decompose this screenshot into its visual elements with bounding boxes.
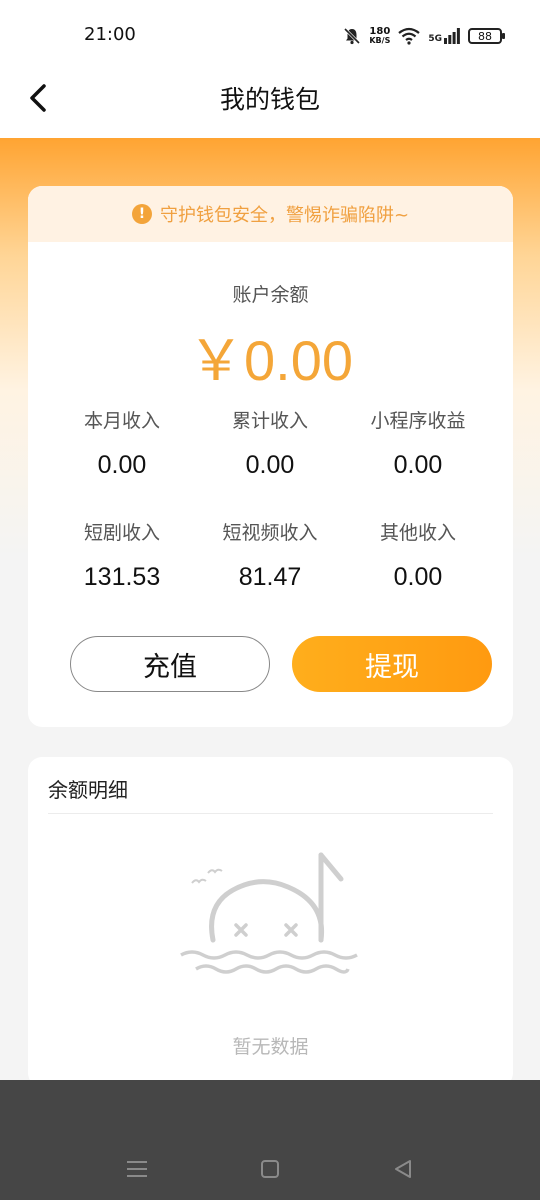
- exclamation-icon: !: [131, 204, 152, 224]
- menu-icon[interactable]: [122, 1154, 152, 1184]
- security-warning: ! 守护钱包安全，警惕诈骗陷阱~: [28, 186, 513, 242]
- stat-label: 短视频收入: [222, 522, 318, 544]
- network-type: 5G: [428, 34, 442, 44]
- recharge-button[interactable]: 充值: [70, 636, 270, 692]
- divider: [48, 813, 493, 814]
- signal-icon: 5G: [428, 28, 460, 44]
- stat-label: 本月收入: [83, 410, 160, 432]
- empty-state-icon: [180, 852, 358, 974]
- stat-monthly-income: 本月收入 0.00: [42, 406, 202, 480]
- stat-value: 0.00: [97, 451, 147, 479]
- battery-level: 88: [478, 29, 492, 43]
- security-warning-text: 守护钱包安全，警惕诈骗陷阱~: [159, 205, 410, 226]
- wifi-icon: [398, 27, 421, 45]
- balance-card: ! 守护钱包安全，警惕诈骗陷阱~ 账户余额 ￥0.00 本月收入 0.00 累计…: [28, 186, 513, 727]
- app-header: 我的钱包: [0, 70, 540, 138]
- mute-bell-icon: [344, 27, 361, 45]
- stat-label: 累计收入: [231, 410, 308, 432]
- stat-value: 131.53: [83, 563, 161, 591]
- stat-shortdrama-income: 短剧收入 131.53: [42, 518, 202, 592]
- status-icons: 180 KB/S 5G 88: [343, 22, 505, 50]
- stat-total-income: 累计收入 0.00: [190, 406, 350, 480]
- stat-other-income: 其他收入 0.00: [338, 518, 498, 592]
- details-title: 余额明细: [48, 778, 128, 802]
- balance-details-card: 余额明细 暂无数据: [28, 757, 513, 1087]
- balance-value: ￥0.00: [188, 329, 353, 392]
- stat-label: 短剧收入: [83, 522, 160, 544]
- stat-label: 其他收入: [379, 522, 456, 544]
- stat-miniprogram-income: 小程序收益 0.00: [338, 406, 498, 480]
- stat-value: 0.00: [393, 563, 443, 591]
- balance-label: 账户余额: [232, 284, 309, 306]
- stat-shortvideo-income: 短视频收入 81.47: [190, 518, 350, 592]
- back-triangle-icon[interactable]: [388, 1154, 418, 1184]
- stat-value: 0.00: [393, 451, 443, 479]
- page-title: 我的钱包: [219, 85, 320, 114]
- system-nav-bar: [0, 1080, 540, 1200]
- status-bar: 21:00 180 KB/S 5G 88: [0, 0, 540, 70]
- net-speed-value: 180: [369, 26, 391, 37]
- stat-label: 小程序收益: [370, 410, 466, 432]
- stat-value: 81.47: [238, 563, 302, 591]
- battery-icon: 88: [468, 28, 505, 44]
- withdraw-button[interactable]: 提现: [292, 636, 492, 692]
- stat-value: 0.00: [245, 451, 295, 479]
- status-time: 21:00: [84, 24, 136, 45]
- empty-state-text: 暂无数据: [232, 1036, 309, 1058]
- net-speed-unit: KB/S: [369, 36, 391, 45]
- home-square-icon[interactable]: [255, 1154, 285, 1184]
- net-speed: 180 KB/S: [369, 26, 391, 46]
